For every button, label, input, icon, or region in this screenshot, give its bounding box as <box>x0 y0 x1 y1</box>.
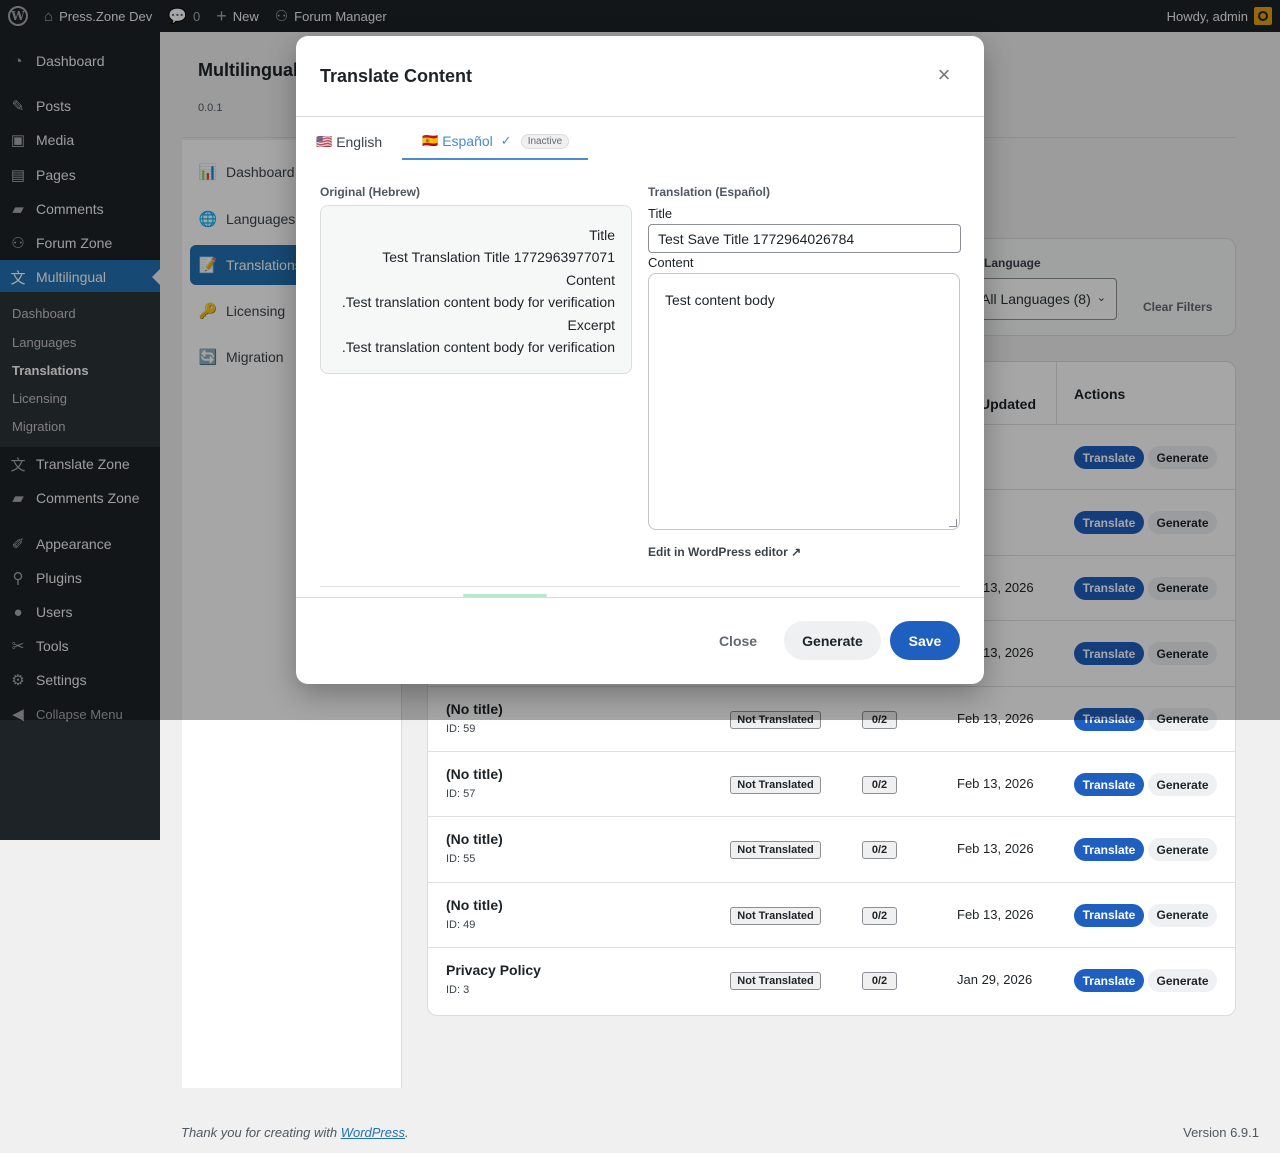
content-field-label: Content <box>648 255 694 270</box>
inactive-badge: Inactive <box>520 133 570 149</box>
translation-title-input[interactable]: Test Save Title 1772964026784 <box>648 224 961 253</box>
row-id: ID: 57 <box>446 788 476 800</box>
row-title[interactable]: (No title) <box>446 766 503 782</box>
row-date: Jan 29, 2026 <box>957 972 1033 988</box>
tab-english[interactable]: 🇺🇸 English <box>316 124 382 160</box>
title-field-label: Title <box>648 206 673 221</box>
check-icon: ✓ <box>500 133 512 148</box>
row-id: ID: 55 <box>446 853 476 866</box>
status-badge: Not Translated <box>730 972 821 991</box>
original-field-label: Content <box>565 271 615 288</box>
row-id: ID: 59 <box>446 722 476 735</box>
table-row: Privacy Policy ID: 3 Not Translated 0/2 Jan … <box>428 947 1235 1012</box>
translation-count-badge: 0/2 <box>862 841 897 860</box>
table-row: (No title) ID: 49 Not Translated 0/2 Feb 13,… <box>428 881 1235 947</box>
footer-version: Version 6.9.1 <box>1183 1125 1259 1140</box>
status-badge: Not Translated <box>730 841 821 860</box>
modal-title: Translate Content <box>320 66 473 86</box>
generate-button[interactable]: Generate <box>784 621 881 660</box>
spain-flag-icon: 🇪🇸 <box>422 133 439 148</box>
tab-espanol[interactable]: 🇪🇸 Español ✓ Inactive <box>402 124 588 160</box>
status-badge: Not Translated <box>730 906 821 925</box>
translate-button[interactable]: Translate <box>1074 838 1144 862</box>
close-icon[interactable]: × <box>933 64 955 86</box>
original-field-label: Excerpt <box>567 316 615 333</box>
divider <box>296 116 984 117</box>
row-title[interactable]: Privacy Policy <box>446 962 541 978</box>
table-row: (No title) ID: 55 Not Translated 0/2 Feb 13,… <box>428 816 1235 881</box>
row-title[interactable]: (No title) <box>446 831 503 847</box>
row-date: Feb 13, 2026 <box>957 776 1034 791</box>
save-button[interactable]: Save <box>890 621 960 660</box>
footer-thanks: Thank you for creating with WordPress. <box>181 1125 409 1140</box>
translate-button[interactable]: Translate <box>1074 969 1144 993</box>
generate-button[interactable]: Generate <box>1148 838 1217 862</box>
row-id: ID: 49 <box>446 918 476 931</box>
edit-in-wordpress-link[interactable]: Edit in WordPress editor ↗ <box>648 545 801 559</box>
translation-content-textarea[interactable]: Test content body <box>648 273 960 530</box>
translation-count-badge: 0/2 <box>862 906 897 925</box>
row-date: Feb 13, 2026 <box>957 906 1034 922</box>
row-title[interactable]: (No title) <box>446 897 503 913</box>
translation-count-badge: 0/2 <box>862 776 897 794</box>
row-date: Feb 13, 2026 <box>957 841 1034 857</box>
divider <box>296 597 984 598</box>
translate-content-modal: Translate Content × 🇺🇸 English 🇪🇸 Español ✓… <box>296 36 984 684</box>
original-field-label: Title <box>589 227 615 243</box>
translate-button[interactable]: Translate <box>1074 773 1144 796</box>
divider <box>320 586 960 587</box>
status-badge: Not Translated <box>730 776 821 794</box>
original-field-value: .Test translation content body for verif… <box>341 339 615 356</box>
table-row: (No title) ID: 57 Not Translated 0/2 Feb 13,… <box>428 751 1235 816</box>
original-content: Title Test Translation Title 17729639770… <box>320 205 632 374</box>
generate-button[interactable]: Generate <box>1148 969 1217 993</box>
us-flag-icon: 🇺🇸 <box>316 134 333 149</box>
translation-label: Translation (Español) <box>648 185 771 199</box>
generate-button[interactable]: Generate <box>1148 773 1217 796</box>
original-field-value: .Test translation content body for verif… <box>341 294 615 311</box>
resize-handle[interactable] <box>949 519 957 527</box>
original-label: Original (Hebrew) <box>320 185 421 199</box>
translation-count-badge: 0/2 <box>862 972 897 991</box>
generate-button[interactable]: Generate <box>1148 903 1217 927</box>
original-field-value: Test Translation Title 1772963977071 <box>382 249 615 266</box>
row-id: ID: 3 <box>446 984 470 997</box>
close-button[interactable]: Close <box>710 621 766 660</box>
translate-button[interactable]: Translate <box>1074 903 1144 927</box>
wordpress-link[interactable]: WordPress <box>341 1125 405 1140</box>
